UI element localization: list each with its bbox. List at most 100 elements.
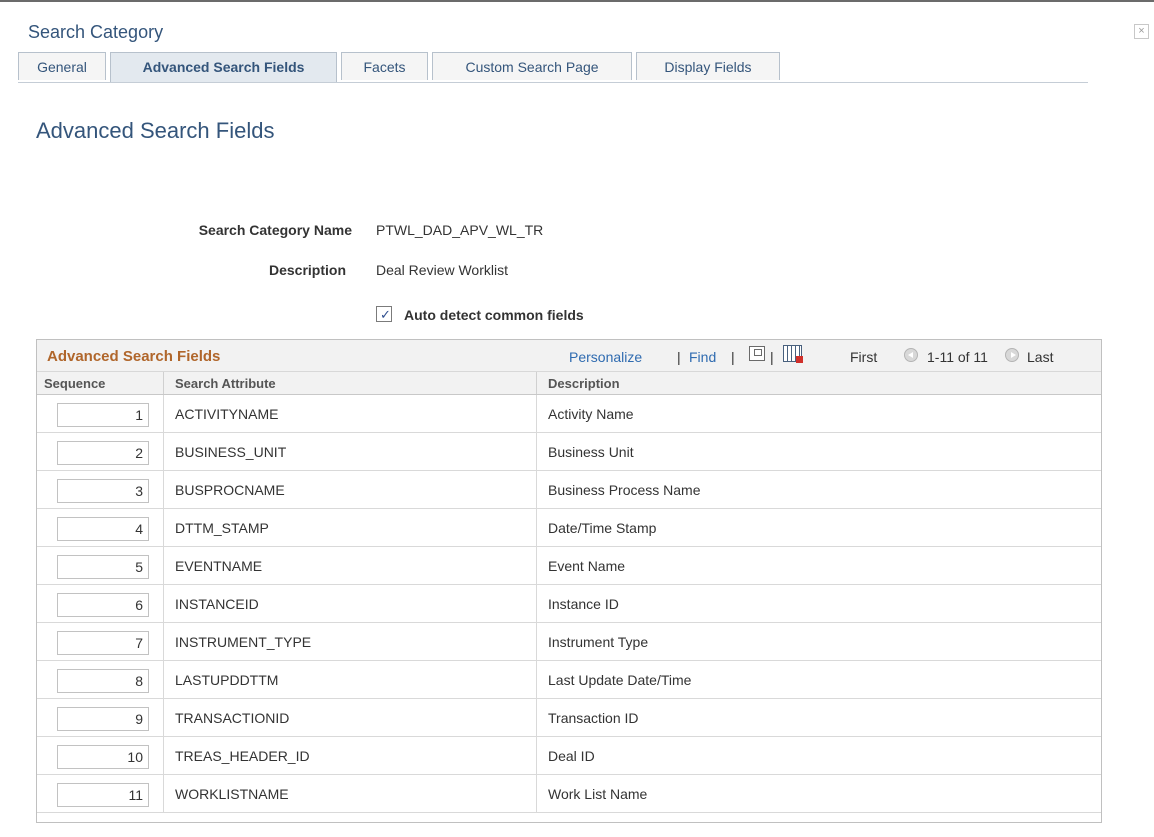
description-cell: Date/Time Stamp bbox=[548, 520, 657, 536]
cell-divider bbox=[163, 737, 164, 774]
cell-divider bbox=[163, 433, 164, 470]
sequence-input[interactable] bbox=[57, 555, 149, 579]
col-sequence[interactable]: Sequence bbox=[44, 376, 105, 391]
table-row: DTTM_STAMP Date/Time Stamp bbox=[37, 509, 1101, 547]
column-header-row: Sequence Search Attribute Description bbox=[37, 371, 1101, 395]
description-cell: Work List Name bbox=[548, 786, 648, 802]
previous-arrow-icon[interactable] bbox=[904, 348, 918, 362]
category-name-label: Search Category Name bbox=[198, 222, 352, 238]
table-row: BUSINESS_UNIT Business Unit bbox=[37, 433, 1101, 471]
tab-display-fields[interactable]: Display Fields bbox=[636, 52, 780, 80]
search-attribute-cell: BUSINESS_UNIT bbox=[175, 444, 287, 460]
advanced-search-fields-grid: Advanced Search Fields Personalize | Fin… bbox=[36, 339, 1102, 823]
search-attribute-cell: TREAS_HEADER_ID bbox=[175, 748, 310, 764]
page-title: Advanced Search Fields bbox=[36, 118, 275, 143]
search-attribute-cell: INSTRUMENT_TYPE bbox=[175, 634, 312, 650]
cell-divider bbox=[163, 585, 164, 622]
top-border bbox=[0, 0, 1154, 2]
cell-divider bbox=[536, 661, 537, 698]
first-link[interactable]: First bbox=[850, 349, 877, 365]
cell-divider bbox=[163, 509, 164, 546]
category-name-value: PTWL_DAD_APV_WL_TR bbox=[376, 222, 544, 238]
sequence-input[interactable] bbox=[57, 783, 149, 807]
grid-title: Advanced Search Fields bbox=[47, 348, 221, 365]
description-cell: Transaction ID bbox=[548, 710, 639, 726]
sequence-input[interactable] bbox=[57, 479, 149, 503]
next-arrow-icon[interactable] bbox=[1005, 348, 1019, 362]
cell-divider bbox=[163, 471, 164, 508]
tab-bar: General Advanced Search Fields Facets Cu… bbox=[18, 52, 1088, 83]
cell-divider bbox=[163, 395, 164, 432]
description-label: Description bbox=[268, 262, 346, 278]
sequence-input[interactable] bbox=[57, 517, 149, 541]
separator: | bbox=[677, 349, 681, 365]
table-row: TREAS_HEADER_ID Deal ID bbox=[37, 737, 1101, 775]
cell-divider bbox=[536, 471, 537, 508]
search-attribute-cell: BUSPROCNAME bbox=[175, 482, 285, 498]
close-icon[interactable]: × bbox=[1134, 24, 1149, 39]
description-cell: Deal ID bbox=[548, 748, 595, 764]
auto-detect-label: Auto detect common fields bbox=[404, 307, 584, 323]
window-title: Search Category bbox=[28, 22, 164, 42]
cell-divider bbox=[163, 699, 164, 736]
tab-custom-search-page[interactable]: Custom Search Page bbox=[432, 52, 632, 80]
cell-divider bbox=[536, 433, 537, 470]
cell-divider bbox=[536, 395, 537, 432]
sequence-input[interactable] bbox=[57, 403, 149, 427]
search-attribute-cell: ACTIVITYNAME bbox=[175, 406, 279, 422]
cell-divider bbox=[536, 775, 537, 812]
sequence-input[interactable] bbox=[57, 593, 149, 617]
cell-divider bbox=[536, 623, 537, 660]
description-cell: Business Unit bbox=[548, 444, 634, 460]
table-row: LASTUPDDTTM Last Update Date/Time bbox=[37, 661, 1101, 699]
find-link[interactable]: Find bbox=[689, 349, 716, 365]
checkbox-check-icon: ✓ bbox=[380, 307, 391, 322]
description-cell: Event Name bbox=[548, 558, 626, 574]
row-range: 1-11 of 11 bbox=[927, 349, 988, 365]
tab-general[interactable]: General bbox=[18, 52, 106, 80]
col-search-attribute[interactable]: Search Attribute bbox=[175, 376, 276, 391]
table-row: WORKLISTNAME Work List Name bbox=[37, 775, 1101, 813]
cell-divider bbox=[536, 547, 537, 584]
description-value: Deal Review Worklist bbox=[376, 262, 508, 278]
description-cell: Instance ID bbox=[548, 596, 619, 612]
sequence-input[interactable] bbox=[57, 669, 149, 693]
col-description[interactable]: Description bbox=[548, 376, 620, 391]
tab-advanced-search-fields[interactable]: Advanced Search Fields bbox=[110, 52, 337, 82]
cell-divider bbox=[163, 661, 164, 698]
cell-divider bbox=[163, 775, 164, 812]
search-attribute-cell: INSTANCEID bbox=[175, 596, 259, 612]
separator: | bbox=[770, 349, 774, 365]
column-divider bbox=[163, 372, 164, 394]
grid-header: Advanced Search Fields Personalize | Fin… bbox=[37, 340, 1101, 371]
description-cell: Activity Name bbox=[548, 406, 634, 422]
view-all-icon[interactable] bbox=[749, 346, 765, 361]
description-cell: Last Update Date/Time bbox=[548, 672, 692, 688]
table-row: ACTIVITYNAME Activity Name bbox=[37, 395, 1101, 433]
description-cell: Instrument Type bbox=[548, 634, 649, 650]
sequence-input[interactable] bbox=[57, 441, 149, 465]
search-attribute-cell: TRANSACTIONID bbox=[175, 710, 290, 726]
description-cell: Business Process Name bbox=[548, 482, 701, 498]
auto-detect-checkbox[interactable]: ✓ bbox=[376, 306, 392, 322]
separator: | bbox=[731, 349, 735, 365]
table-row: INSTANCEID Instance ID bbox=[37, 585, 1101, 623]
table-row: TRANSACTIONID Transaction ID bbox=[37, 699, 1101, 737]
sequence-input[interactable] bbox=[57, 745, 149, 769]
table-row: EVENTNAME Event Name bbox=[37, 547, 1101, 585]
search-attribute-cell: WORKLISTNAME bbox=[175, 786, 289, 802]
table-row: BUSPROCNAME Business Process Name bbox=[37, 471, 1101, 509]
tab-facets[interactable]: Facets bbox=[341, 52, 428, 80]
cell-divider bbox=[163, 623, 164, 660]
search-attribute-cell: DTTM_STAMP bbox=[175, 520, 269, 536]
download-grid-icon[interactable] bbox=[783, 345, 803, 363]
search-attribute-cell: EVENTNAME bbox=[175, 558, 263, 574]
search-attribute-cell: LASTUPDDTTM bbox=[175, 672, 279, 688]
sequence-input[interactable] bbox=[57, 631, 149, 655]
cell-divider bbox=[163, 547, 164, 584]
personalize-link[interactable]: Personalize bbox=[569, 349, 642, 365]
last-link[interactable]: Last bbox=[1027, 349, 1053, 365]
cell-divider bbox=[536, 509, 537, 546]
sequence-input[interactable] bbox=[57, 707, 149, 731]
table-row: INSTRUMENT_TYPE Instrument Type bbox=[37, 623, 1101, 661]
